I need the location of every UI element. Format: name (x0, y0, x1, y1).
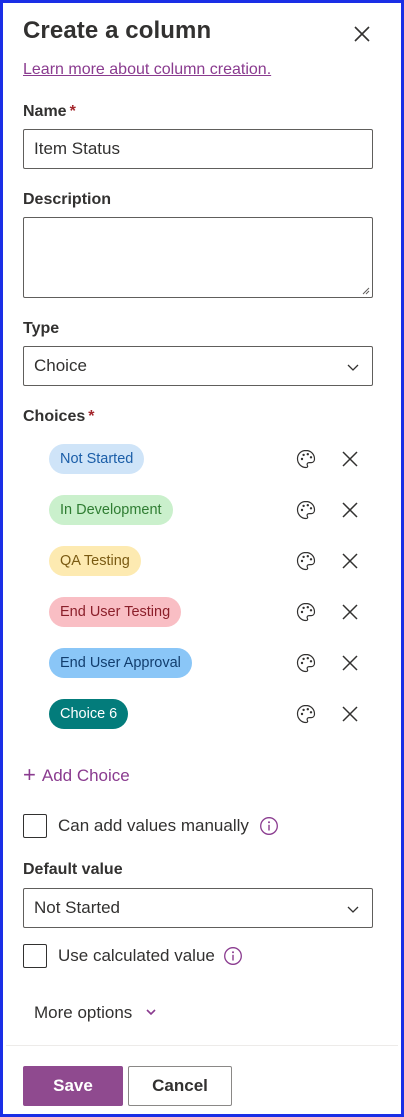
chevron-down-icon (347, 906, 359, 913)
palette-icon[interactable] (295, 703, 317, 725)
remove-choice-icon[interactable] (341, 501, 359, 519)
default-value-dropdown[interactable]: Not Started (23, 888, 373, 928)
resize-handle-icon[interactable] (360, 285, 370, 295)
panel-title: Create a column (23, 17, 212, 44)
required-mark: * (69, 103, 76, 120)
manual-values-checkbox[interactable] (23, 814, 47, 838)
info-icon[interactable] (223, 946, 243, 966)
manual-values-row: Can add values manually (23, 814, 293, 840)
type-value: Choice (34, 356, 87, 375)
remove-choice-icon[interactable] (341, 654, 359, 672)
remove-choice-icon[interactable] (341, 450, 359, 468)
save-button[interactable]: Save (23, 1066, 123, 1106)
choice-pill[interactable]: QA Testing (49, 546, 141, 576)
footer-divider (6, 1045, 398, 1046)
type-label: Type (23, 320, 60, 337)
cancel-button[interactable]: Cancel (128, 1066, 232, 1106)
close-icon[interactable] (351, 23, 373, 45)
type-dropdown[interactable]: Choice (23, 346, 373, 386)
choice-row: In Development (49, 495, 369, 527)
create-column-panel: Create a column Learn more about column … (0, 0, 404, 1117)
choices-label: Choices * (23, 408, 95, 425)
calculated-value-checkbox[interactable] (23, 944, 47, 968)
palette-icon[interactable] (295, 550, 317, 572)
description-label: Description (23, 191, 112, 208)
plus-icon: + (23, 762, 36, 787)
name-label: Name * (23, 103, 76, 120)
choice-row: Choice 6 (49, 699, 369, 731)
learn-more-link[interactable]: Learn more about column creation. (23, 61, 271, 79)
add-choice-button[interactable]: + Add Choice (23, 761, 130, 787)
calculated-value-label: Use calculated value (58, 946, 215, 965)
remove-choice-icon[interactable] (341, 603, 359, 621)
choice-pill[interactable]: Choice 6 (49, 699, 129, 729)
info-icon[interactable] (259, 816, 279, 836)
choice-pill[interactable]: End User Testing (49, 597, 182, 627)
remove-choice-icon[interactable] (341, 552, 359, 570)
name-input[interactable]: Item Status (23, 129, 373, 169)
choice-row: Not Started (49, 444, 369, 476)
more-options-toggle[interactable]: More options (34, 1003, 157, 1023)
choice-pill[interactable]: In Development (49, 495, 173, 525)
palette-icon[interactable] (295, 601, 317, 623)
chevron-down-icon (146, 1009, 156, 1016)
choice-pill[interactable]: Not Started (49, 444, 145, 474)
choice-row: End User Testing (49, 597, 369, 629)
calculated-value-row: Use calculated value (23, 944, 253, 970)
palette-icon[interactable] (295, 652, 317, 674)
default-value-label: Default value (23, 861, 123, 878)
palette-icon[interactable] (295, 448, 317, 470)
choice-pill[interactable]: End User Approval (49, 648, 192, 678)
required-mark: * (88, 408, 95, 425)
add-choice-label: Add Choice (41, 766, 130, 785)
description-textarea[interactable] (23, 217, 373, 298)
palette-icon[interactable] (295, 499, 317, 521)
chevron-down-icon (347, 364, 359, 371)
choice-row: End User Approval (49, 648, 369, 680)
manual-values-label: Can add values manually (58, 816, 249, 835)
remove-choice-icon[interactable] (341, 705, 359, 723)
default-value-text: Not Started (34, 898, 120, 917)
more-options-label: More options (34, 1003, 133, 1022)
choice-row: QA Testing (49, 546, 369, 578)
